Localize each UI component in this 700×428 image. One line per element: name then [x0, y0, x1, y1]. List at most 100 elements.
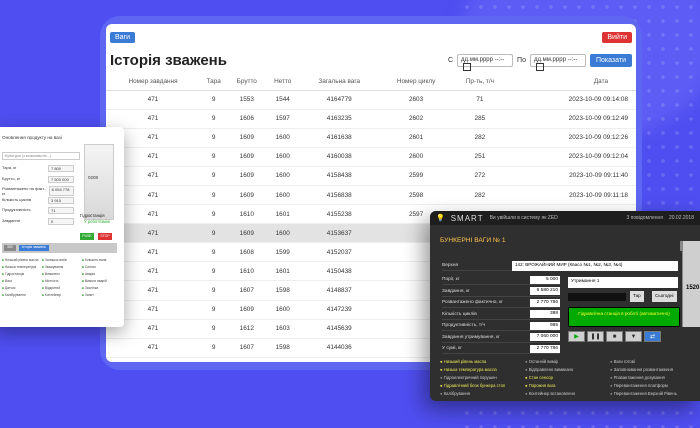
field-value[interactable]: 7 500 000 — [48, 175, 74, 183]
field-label: Розвантажено на факт., кг — [2, 186, 46, 196]
toolbar-value[interactable]: 300 — [4, 245, 16, 251]
column-header: Пр-ть, т/ч — [452, 74, 507, 91]
table-cell: 4147239 — [299, 300, 380, 320]
scale-field-label: Завдання утримування, кг — [442, 334, 501, 340]
hydro-station-label: Гідростанція — [80, 213, 105, 218]
legend-item: Контейнер — [42, 293, 80, 297]
table-cell: 1610 — [227, 357, 267, 362]
today-button[interactable]: Сьогодні — [652, 291, 677, 302]
table-cell: 1607 — [227, 280, 267, 301]
table-cell: 71 — [452, 90, 507, 110]
table-cell: 282 — [452, 185, 507, 206]
table-cell: 1544 — [266, 90, 300, 110]
table-cell: 272 — [452, 166, 507, 186]
field-value[interactable]: 3 910 — [48, 196, 74, 204]
table-cell: 1608 — [227, 242, 267, 263]
legend-item: Калібрування — [2, 293, 40, 297]
scale-field-value[interactable]: 2 770 786 — [530, 298, 560, 307]
table-cell: 4163235 — [299, 109, 380, 129]
calendar-icon[interactable] — [535, 63, 544, 71]
table-cell: 2023-10-09 09:12:04 — [506, 147, 636, 167]
table-row[interactable]: 471 9 1609 1600 4160038 2600 251 2023-10-09 09:… — [106, 147, 636, 167]
table-cell: 1612 — [227, 319, 267, 339]
scale-field-value[interactable]: 398 — [530, 310, 560, 318]
status-legend-item: Порожня вага — [525, 383, 610, 388]
legend-item: Датчик — [2, 286, 40, 290]
field-value[interactable]: 0 — [48, 217, 74, 225]
stop-button[interactable]: STOP — [98, 233, 112, 240]
swap-icon[interactable]: ⇄ — [644, 331, 661, 342]
hydro-station-state: У роботі/зміні — [84, 219, 111, 224]
table-cell: 4148837 — [299, 280, 380, 301]
from-label: С — [447, 57, 454, 64]
table-cell: 9 — [200, 319, 228, 339]
table-cell: 4142438 — [299, 357, 380, 362]
tare-button[interactable]: Тар — [630, 291, 644, 302]
table-cell: 9 — [200, 128, 228, 148]
table-row[interactable]: 471 9 1606 1597 4163235 2602 285 2023-10-09 09:… — [106, 109, 636, 129]
start-button[interactable]: PUSK — [80, 233, 94, 240]
table-cell: 1600 — [266, 147, 300, 167]
from-date-input[interactable]: дд.мм.рррр --:-- — [457, 54, 514, 71]
history-button[interactable]: Історія зважень — [18, 245, 50, 251]
table-cell: 9 — [200, 185, 228, 206]
silo-graphic: 0208 — [84, 144, 114, 220]
legend-item: Зважування — [42, 265, 80, 269]
table-cell: 471 — [106, 338, 201, 358]
date-filters: С дд.мм.рррр --:-- По дд.мм.рррр --:-- П… — [447, 54, 632, 71]
table-cell: 1600 — [266, 166, 300, 186]
field-value[interactable]: 7 800 — [48, 165, 74, 172]
table-cell: 9 — [200, 357, 228, 362]
back-button[interactable]: Ваги — [110, 32, 136, 43]
table-cell: 4155238 — [299, 204, 380, 225]
table-cell: 4158438 — [299, 166, 380, 186]
scale-field-value[interactable]: 985 — [530, 321, 560, 330]
table-cell: 2023-10-09 09:14:08 — [506, 90, 636, 110]
calendar-icon[interactable] — [463, 63, 472, 71]
date-label: 20.02.2018 — [668, 215, 694, 221]
culture-select[interactable]: Культура (з можливістю...) — [2, 152, 80, 160]
legend-item: Вага — [2, 279, 40, 283]
pause-icon[interactable]: ❚❚ — [587, 331, 604, 342]
table-cell: 285 — [452, 109, 507, 129]
table-cell: 1600 — [266, 223, 300, 244]
field-value[interactable]: 71 — [48, 207, 74, 214]
table-row[interactable]: 471 9 1609 1600 4158438 2599 272 2023-10-09 09:… — [106, 166, 636, 186]
stop-icon[interactable]: ■ — [606, 331, 623, 342]
table-cell: 9 — [200, 261, 228, 282]
silo-value: 1520 — [686, 285, 700, 291]
table-row[interactable]: 471 9 1609 1600 4156838 2598 282 2023-10-09 09:… — [106, 185, 636, 206]
column-header: Загальна вага — [299, 74, 380, 91]
table-cell: 2023-10-09 09:12:26 — [506, 128, 636, 148]
field-label: Брутто, кг — [2, 175, 21, 181]
table-cell: 9 — [200, 166, 228, 186]
table-cell: 1610 — [227, 204, 267, 225]
bunker-scale-window: 💡 SMART Ви увійшли в систему як ZED 3 по… — [430, 211, 700, 401]
mode-select[interactable]: Утримання 1 — [568, 277, 678, 288]
scale-field-value[interactable]: 6 580 210 — [530, 287, 560, 295]
product-select[interactable]: 142: ВРОЖАЙНИЙ МИР (Квасо №1, №2, №3, №4… — [512, 261, 678, 271]
down-icon[interactable]: ▼ — [625, 331, 642, 342]
table-cell: 1607 — [227, 338, 267, 358]
play-icon[interactable]: ▶ — [568, 331, 585, 342]
column-header: Брутто — [227, 74, 267, 91]
scale-field-value[interactable]: 2 770 786 — [530, 344, 560, 353]
to-date-input[interactable]: дд.мм.рррр --:-- — [529, 54, 586, 71]
scale-field-value[interactable]: 5 000 — [530, 275, 560, 284]
right-silo: 1520 — [682, 241, 700, 327]
show-button[interactable]: Показати — [589, 54, 632, 67]
table-cell: 9 — [200, 223, 228, 244]
field-value[interactable]: 6 054 778 — [48, 186, 74, 196]
table-header-row: Номер завдання Тара Брутто Нетто Загальна ва… — [106, 74, 636, 91]
logout-button[interactable]: Вийти — [602, 32, 632, 43]
status-legend-item: Перевантаження Верхній Рівень — [610, 391, 695, 396]
scale-field-value[interactable]: 7 060 000 — [530, 333, 560, 341]
messages-badge[interactable]: 3 повідомлення — [626, 215, 663, 221]
table-cell: 1601 — [266, 204, 300, 225]
field-label: Завдання — [2, 217, 20, 223]
input-field[interactable] — [568, 293, 626, 301]
table-row[interactable]: 471 9 1553 1544 4164779 2603 71 2023-10-09 09:1… — [106, 90, 636, 110]
table-row[interactable]: 471 9 1609 1600 4161638 2601 282 2023-10-09 09:… — [106, 128, 636, 148]
table-cell: 1553 — [227, 90, 267, 110]
table-cell: 471 — [106, 357, 201, 362]
